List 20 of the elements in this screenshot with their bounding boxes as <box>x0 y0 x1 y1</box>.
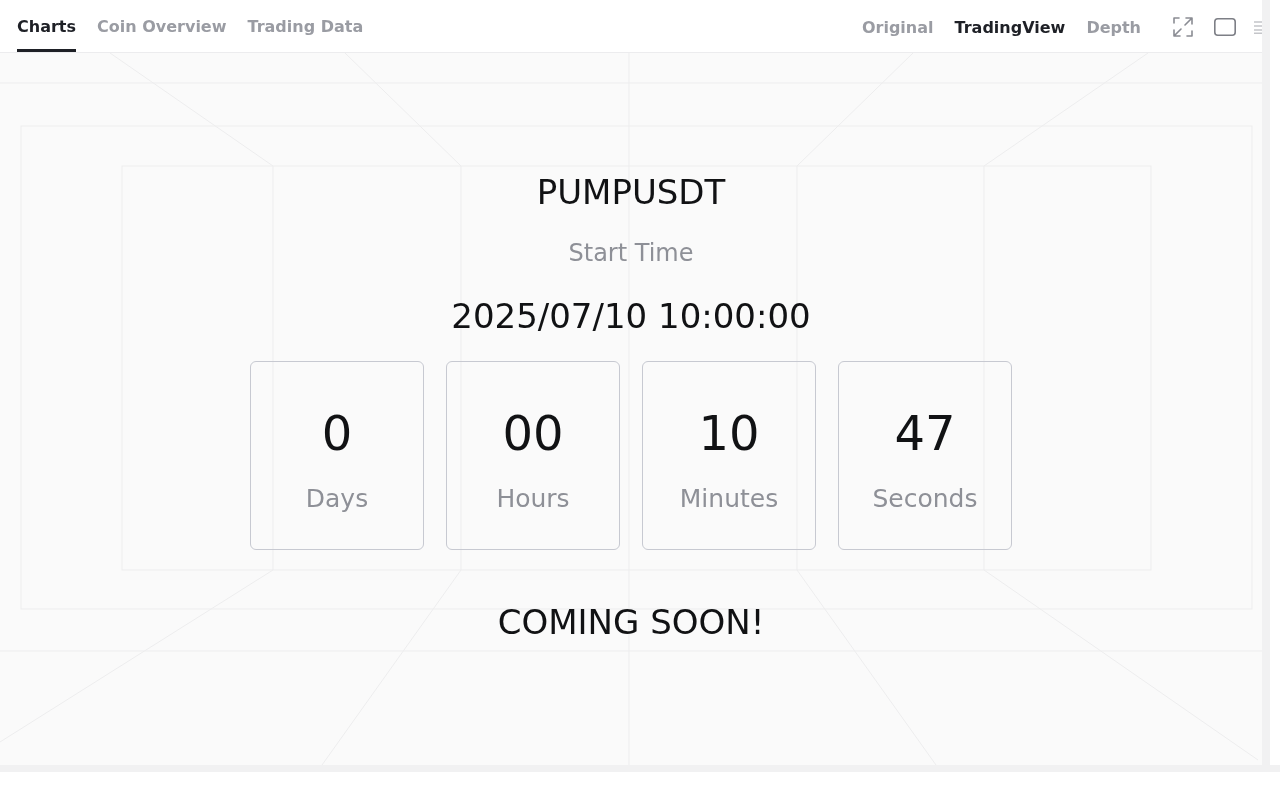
start-time-value: 2025/07/10 10:00:00 <box>451 296 811 337</box>
rectangle-icon[interactable] <box>1214 18 1236 36</box>
grip-icon[interactable] <box>1254 20 1262 34</box>
countdown-value: 47 <box>894 404 956 462</box>
coming-soon-text: COMING SOON! <box>497 602 765 643</box>
view-mode-tab[interactable]: Depth <box>1086 17 1141 37</box>
fullscreen-icon[interactable] <box>1173 17 1193 37</box>
countdown-value: 10 <box>698 404 760 462</box>
view-mode-tab[interactable]: TradingView <box>954 17 1066 37</box>
countdown-value: 00 <box>502 404 564 462</box>
pair-symbol: PUMPUSDT <box>536 172 726 213</box>
start-time-label: Start Time <box>568 239 694 268</box>
countdown-unit: Minutes <box>679 484 779 514</box>
view-mode-tab[interactable]: Original <box>861 17 934 37</box>
section-tab[interactable]: Trading Data <box>247 0 364 52</box>
countdown-value: 0 <box>321 404 353 462</box>
countdown-unit: Days <box>305 484 369 514</box>
countdown-unit: Hours <box>496 484 570 514</box>
countdown-unit: Seconds <box>872 484 978 514</box>
section-tab[interactable]: Coin Overview <box>97 0 227 52</box>
